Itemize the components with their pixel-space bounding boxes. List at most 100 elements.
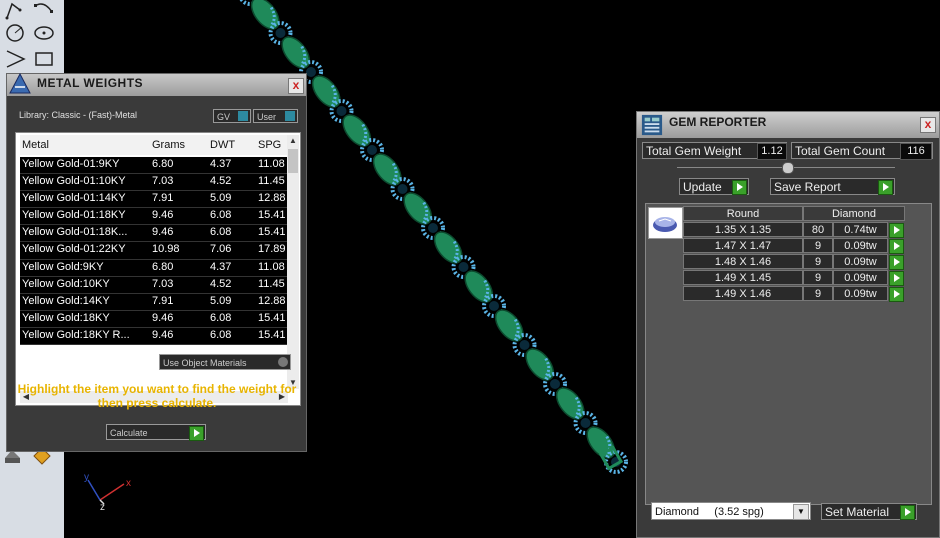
cell-dwt: 6.08 — [210, 311, 232, 324]
update-go-icon — [732, 180, 747, 195]
metal-weights-close-button[interactable]: x — [288, 78, 304, 94]
cell-spg: 15.41 — [258, 311, 286, 324]
gem-row-select-icon[interactable] — [889, 271, 904, 286]
col-grams[interactable]: Grams — [152, 139, 185, 151]
table-row[interactable]: Yellow Gold-01:14KY 7.91 5.09 12.88 — [20, 191, 290, 209]
set-material-button[interactable]: Set Material — [821, 503, 917, 520]
table-row[interactable]: Yellow Gold:10KY 7.03 4.52 11.45 — [20, 276, 290, 294]
save-report-button[interactable]: Save Report — [770, 178, 895, 195]
table-row[interactable]: Yellow Gold-01:9KY 6.80 4.37 11.08 — [20, 157, 290, 175]
gem-reporter-panel: GEM REPORTER x Total Gem Weight 1.12 Tot… — [636, 111, 940, 538]
gem-size-cell: 1.49 X 1.45 — [683, 270, 803, 285]
gem-reporter-close-button[interactable]: x — [920, 117, 936, 133]
gem-row-select-icon[interactable] — [889, 287, 904, 302]
metal-table-header: Metal Grams DWT SPG — [20, 135, 290, 155]
gem-reporter-title: GEM REPORTER — [669, 115, 767, 129]
chevron-down-icon[interactable]: ▼ — [793, 504, 809, 520]
total-gem-count-value: 116 — [900, 143, 932, 160]
cell-metal-name: Yellow Gold-01:14KY — [22, 192, 126, 205]
leaf-link — [433, 231, 463, 264]
table-row[interactable]: Yellow Gold:9KY 6.80 4.37 11.08 — [20, 259, 290, 277]
gem-reporter-logo-icon — [641, 114, 663, 136]
table-row[interactable]: Yellow Gold-01:18KY 9.46 6.08 15.41 — [20, 208, 290, 226]
set-material-go-icon — [900, 505, 915, 520]
cell-dwt: 7.06 — [210, 243, 232, 256]
col-dwt[interactable]: DWT — [210, 139, 235, 151]
cell-grams: 7.03 — [152, 175, 174, 188]
gem-size-cell: 1.48 X 1.46 — [683, 254, 803, 269]
gem-row-select-icon[interactable] — [889, 255, 904, 270]
leaf-link — [525, 348, 555, 381]
cell-dwt: 6.08 — [210, 209, 232, 222]
leaf-link — [403, 192, 433, 225]
table-row[interactable]: Yellow Gold-01:10KY 7.03 4.52 11.45 — [20, 174, 290, 192]
user-label: User — [257, 112, 277, 122]
axis-z-label: z — [100, 502, 105, 513]
gv-toggle[interactable]: GV — [213, 109, 251, 123]
use-object-materials-button[interactable]: Use Object Materials — [159, 354, 291, 370]
halo-center — [367, 145, 377, 155]
gem-weight-cell: 0.09tw — [833, 270, 888, 285]
use-object-materials-circle-icon — [278, 357, 288, 367]
metal-weights-title: METAL WEIGHTS — [37, 76, 144, 90]
scroll-up-icon[interactable]: ▲ — [287, 135, 299, 147]
gem-row-select-icon[interactable] — [889, 223, 904, 238]
gem-reporter-titlebar[interactable]: GEM REPORTER x — [637, 112, 939, 138]
metal-weights-titlebar[interactable]: METAL WEIGHTS x — [7, 72, 306, 96]
halo-center — [397, 184, 408, 194]
scroll-thumb[interactable] — [288, 149, 298, 173]
cell-spg: 11.45 — [258, 277, 285, 290]
cell-metal-name: Yellow Gold-01:10KY — [22, 175, 126, 188]
total-gem-weight-label: Total Gem Weight — [646, 144, 742, 158]
diamond-thumbnail-icon[interactable] — [648, 207, 683, 239]
table-row[interactable]: Yellow Gold-01:18K... 9.46 6.08 15.41 — [20, 225, 290, 243]
curve-edit-icon[interactable] — [32, 0, 56, 22]
gem-weight-cell: 0.74tw — [833, 222, 888, 237]
cell-grams: 6.80 — [152, 158, 174, 170]
gem-list-area[interactable]: Round Diamond 1.35 X 1.35 80 0.74tw 1.47 X … — [645, 203, 932, 505]
update-button[interactable]: Update — [679, 178, 749, 195]
gem-row-select-icon[interactable] — [889, 239, 904, 254]
ellipse-tool-icon[interactable] — [32, 22, 56, 44]
metal-weights-logo-icon — [9, 72, 31, 94]
update-label: Update — [683, 180, 722, 194]
table-row[interactable]: Yellow Gold:18KY R... 9.46 6.08 15.41 — [20, 327, 290, 346]
cell-spg: 12.88 — [258, 192, 286, 205]
leaf-link — [555, 387, 585, 420]
halo-center — [458, 262, 469, 272]
material-select-value: Diamond (3.52 spg) — [655, 506, 764, 518]
gem-weight-cell: 0.09tw — [833, 254, 888, 269]
cell-dwt: 5.09 — [210, 294, 232, 307]
gem-count-cell: 9 — [803, 270, 833, 285]
axis-x-label: x — [126, 478, 131, 489]
rectangle-tool-icon[interactable] — [32, 48, 56, 70]
table-row[interactable]: Yellow Gold:18KY 9.46 6.08 15.41 — [20, 310, 290, 328]
calculate-button[interactable]: Calculate — [106, 424, 206, 441]
cell-grams: 9.46 — [152, 226, 174, 239]
calculate-go-icon — [189, 426, 204, 441]
total-gem-count: Total Gem Count 116 — [791, 142, 933, 160]
gem-count-cell: 9 — [803, 238, 833, 253]
table-row[interactable]: Yellow Gold-01:22KY 10.98 7.06 17.89 — [20, 242, 290, 260]
user-indicator-icon — [285, 111, 295, 121]
metal-table-vscroll[interactable]: ▲ ▼ — [287, 135, 299, 389]
col-spg[interactable]: SPG — [258, 139, 281, 151]
user-toggle[interactable]: User — [253, 109, 298, 123]
curve-tool-icon[interactable] — [4, 0, 28, 22]
material-select[interactable]: Diamond (3.52 spg) ▼ — [651, 502, 811, 520]
slider-knob[interactable] — [782, 162, 794, 174]
cell-metal-name: Yellow Gold:9KY — [22, 260, 104, 273]
table-row[interactable]: Yellow Gold:14KY 7.91 5.09 12.88 — [20, 293, 290, 311]
calculate-label: Calculate — [110, 428, 148, 438]
leaf-link — [372, 153, 402, 186]
cell-metal-name: Yellow Gold-01:18K... — [22, 226, 128, 239]
polyline-tool-icon[interactable] — [4, 48, 28, 70]
leaf-link — [494, 309, 524, 342]
halo-center — [428, 223, 438, 233]
gem-count-cell: 80 — [803, 222, 833, 237]
col-metal[interactable]: Metal — [22, 139, 49, 151]
gem-size-cell: 1.49 X 1.46 — [683, 286, 803, 301]
circle-tool-icon[interactable] — [4, 22, 28, 44]
cell-dwt: 6.08 — [210, 226, 232, 239]
halo-center — [489, 301, 499, 311]
